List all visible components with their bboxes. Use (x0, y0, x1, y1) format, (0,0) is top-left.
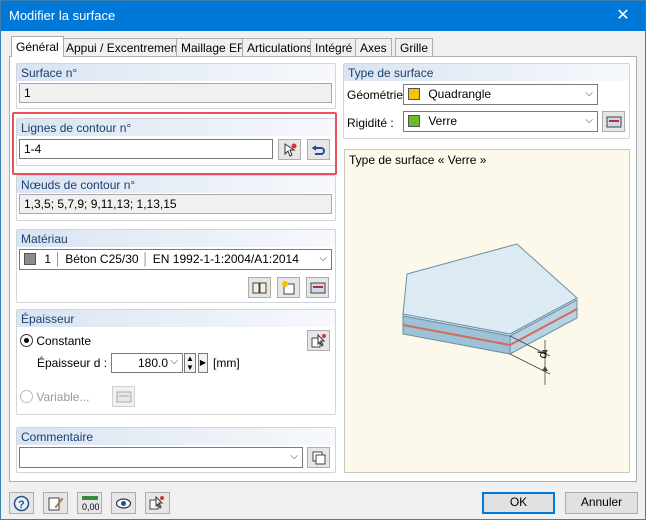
ok-button[interactable]: OK (482, 492, 555, 514)
material-standard: EN 1992-1-1:2004/A1:2014 (152, 252, 299, 266)
thickness-header: Épaisseur (17, 310, 335, 327)
surface-number-header: Surface n° (17, 64, 335, 81)
dialog-window: Modifier la surface ✕ Général Appui / Ex… (0, 0, 646, 520)
thickness-label: Épaisseur d : (37, 356, 108, 370)
thickness-pick-button[interactable] (307, 330, 330, 351)
edit-dialog-icon (116, 391, 132, 403)
material-header: Matériau (17, 230, 335, 247)
help-button[interactable]: ? (9, 492, 34, 514)
library-book-icon (252, 282, 267, 294)
tab-axes[interactable]: Axes (355, 38, 392, 56)
material-number: 1 (44, 252, 52, 266)
pick-button[interactable] (145, 492, 170, 514)
chevron-down-icon: ⌵ (290, 451, 298, 462)
thickness-input[interactable]: 180.0 ⌵ (111, 353, 183, 373)
stiffness-color-swatch (408, 115, 420, 127)
boundary-nodes-header: Nœuds de contour n° (17, 176, 335, 193)
view-button[interactable] (111, 492, 136, 514)
copy-icon (312, 451, 326, 465)
stiffness-value: Verre (428, 114, 458, 128)
material-select[interactable]: 1 │ Béton C25/30 │ EN 1992-1-1:2004/A1:2… (19, 249, 332, 270)
comment-library-button[interactable] (307, 447, 330, 468)
edit-pencil-icon (48, 497, 64, 511)
tab-grid[interactable]: Grille (395, 38, 434, 56)
number-format-icon: 0,00 (82, 496, 99, 512)
pick-from-model-icon (311, 333, 326, 348)
tab-support-eccentricity[interactable]: Appui / Excentrement (61, 38, 186, 56)
radio-selected-icon (20, 334, 33, 347)
constant-radio-label: Constante (36, 334, 92, 348)
geometry-value: Quadrangle (428, 87, 492, 101)
new-material-button[interactable] (277, 277, 300, 298)
edit-dialog-icon (310, 282, 326, 294)
chevron-down-icon: ⌵ (585, 88, 593, 99)
edit-material-button[interactable] (306, 277, 329, 298)
radio-unselected-icon (20, 390, 33, 403)
thickness-dimension-label: d (535, 351, 550, 359)
boundary-nodes-field: 1,3,5; 5,7,9; 9,11,13; 1,13,15 (19, 194, 332, 214)
cancel-button[interactable]: Annuler (565, 492, 638, 514)
eye-icon (115, 498, 132, 509)
glass-plate-illustration (402, 243, 578, 385)
window-title: Modifier la surface (9, 8, 116, 23)
new-item-icon (282, 281, 295, 295)
surface-type-header: Type de surface (344, 64, 629, 81)
stiffness-select[interactable]: Verre ⌵ (403, 111, 598, 132)
geometry-label: Géométrie : (347, 88, 410, 102)
variable-radio[interactable]: Variable... (20, 390, 89, 404)
chevron-down-icon: ⌵ (319, 253, 327, 264)
chevron-down-icon: ⌵ (585, 115, 593, 126)
geometry-color-swatch (408, 88, 420, 100)
pick-from-model-icon (149, 495, 164, 510)
tab-fe-mesh[interactable]: Maillage EF (176, 38, 250, 56)
stiffness-label: Rigidité : (347, 116, 394, 130)
material-library-button[interactable] (248, 277, 271, 298)
comment-header: Commentaire (17, 428, 335, 445)
surface-preview-panel: Type de surface « Verre » d (344, 149, 630, 473)
variable-edit-button[interactable] (112, 386, 135, 407)
material-name: Béton C25/30 (65, 252, 139, 266)
thickness-value: 180.0 (138, 356, 169, 370)
edit-stiffness-button[interactable] (602, 111, 625, 132)
material-color-swatch (24, 253, 36, 265)
units-button[interactable]: 0,00 (77, 492, 102, 514)
thickness-arrow-button[interactable]: ▶ (198, 353, 208, 373)
tab-integrated[interactable]: Intégré (310, 38, 358, 56)
variable-radio-label: Variable... (36, 390, 90, 404)
geometry-select[interactable]: Quadrangle ⌵ (403, 84, 598, 105)
constant-radio[interactable]: Constante (20, 334, 91, 348)
surface-number-field: 1 (19, 83, 332, 103)
help-icon: ? (13, 495, 30, 512)
thickness-spinner[interactable]: ▲ ▼ (184, 353, 196, 373)
tab-hinges[interactable]: Articulations (242, 38, 318, 56)
edit-dialog-icon (606, 116, 622, 128)
chevron-down-icon: ⌵ (170, 356, 178, 367)
highlight-frame (12, 112, 337, 175)
title-bar: Modifier la surface ✕ (1, 1, 645, 31)
comment-input[interactable]: ⌵ (19, 447, 303, 468)
svg-text:?: ? (18, 499, 25, 511)
tab-general[interactable]: Général (11, 36, 64, 57)
edit-button[interactable] (43, 492, 68, 514)
close-button[interactable]: ✕ (601, 1, 645, 31)
thickness-unit: [mm] (213, 356, 240, 370)
svg-text:0,00: 0,00 (82, 502, 99, 512)
